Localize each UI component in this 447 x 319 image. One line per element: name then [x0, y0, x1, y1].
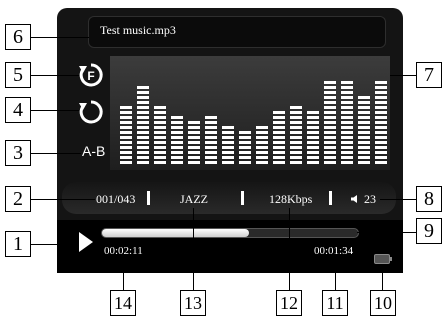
equalizer-bar: [120, 106, 132, 164]
separator: [147, 191, 150, 205]
equalizer-bars: [120, 81, 387, 164]
speaker-icon: [351, 195, 357, 203]
callout-6: 6: [5, 24, 31, 50]
callout-line: [29, 110, 79, 111]
callout-line: [29, 199, 95, 200]
equalizer-visualizer: [110, 56, 390, 170]
repeat-icon[interactable]: [78, 99, 104, 125]
elapsed-time: 00:02:11: [104, 245, 143, 257]
equalizer-bar: [375, 81, 387, 164]
callout-line: [193, 208, 194, 290]
remaining-time: 00:01:34: [314, 245, 354, 257]
equalizer-bar: [307, 111, 319, 164]
equalizer-bar: [222, 126, 234, 164]
callout-9: 9: [416, 218, 442, 244]
equalizer-bar: [273, 111, 285, 164]
equalizer-bar: [154, 106, 166, 164]
callout-11: 11: [322, 290, 348, 316]
track-title: Test music.mp3: [100, 23, 176, 37]
equalizer-bar: [137, 86, 149, 164]
callout-line: [289, 208, 290, 290]
callout-4: 4: [5, 97, 31, 123]
equalizer-bar: [256, 126, 268, 164]
callout-line: [123, 258, 124, 290]
equalizer-bar: [358, 96, 370, 164]
callout-10: 10: [370, 290, 396, 316]
callout-line: [29, 75, 79, 76]
eq-preset[interactable]: JAZZ: [180, 192, 208, 207]
callout-line: [29, 244, 79, 245]
battery-nub: [390, 257, 392, 261]
callout-line: [29, 37, 89, 38]
equalizer-bar: [188, 121, 200, 164]
callout-line: [382, 264, 383, 290]
ab-repeat-label[interactable]: A-B: [82, 143, 105, 159]
equalizer-bar: [290, 106, 302, 164]
callout-line: [390, 75, 417, 76]
callout-line: [357, 232, 417, 233]
bitrate: 128Kbps: [269, 192, 313, 206]
callout-5: 5: [5, 62, 31, 88]
callout-line: [335, 258, 336, 290]
separator: [241, 191, 244, 205]
callout-line: [29, 153, 81, 154]
equalizer-bar: [324, 81, 336, 164]
callout-1: 1: [5, 231, 31, 257]
callout-12: 12: [276, 290, 302, 316]
callout-line: [380, 199, 417, 200]
fast-forward-mode-icon[interactable]: F: [78, 62, 104, 88]
callout-7: 7: [416, 62, 442, 88]
callout-3: 3: [5, 140, 31, 166]
callout-8: 8: [416, 186, 442, 212]
volume-level[interactable]: 23: [364, 192, 376, 207]
track-counter: 001/043: [96, 192, 136, 206]
callout-14: 14: [110, 290, 136, 316]
progress-fill: [102, 229, 249, 237]
play-icon[interactable]: [79, 232, 93, 252]
callout-13: 13: [180, 290, 206, 316]
equalizer-bar: [239, 131, 251, 164]
equalizer-bar: [205, 116, 217, 164]
equalizer-bar: [171, 116, 183, 164]
svg-text:F: F: [87, 69, 94, 83]
battery-icon: [374, 254, 390, 264]
equalizer-bar: [341, 81, 353, 164]
separator: [329, 191, 332, 205]
callout-2: 2: [5, 186, 31, 212]
